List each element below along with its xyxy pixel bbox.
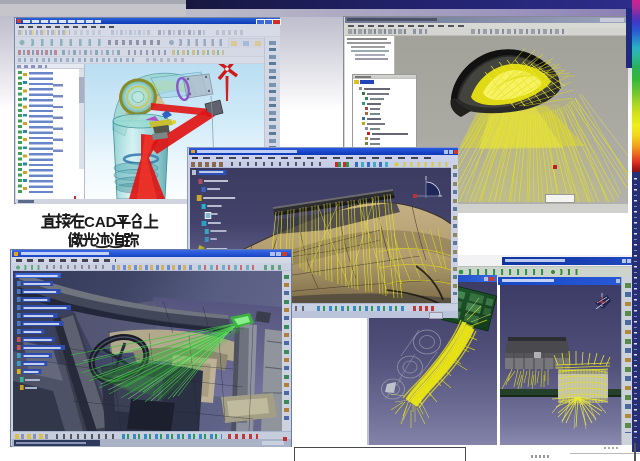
svg-text:CAD: CAD (84, 214, 117, 231)
